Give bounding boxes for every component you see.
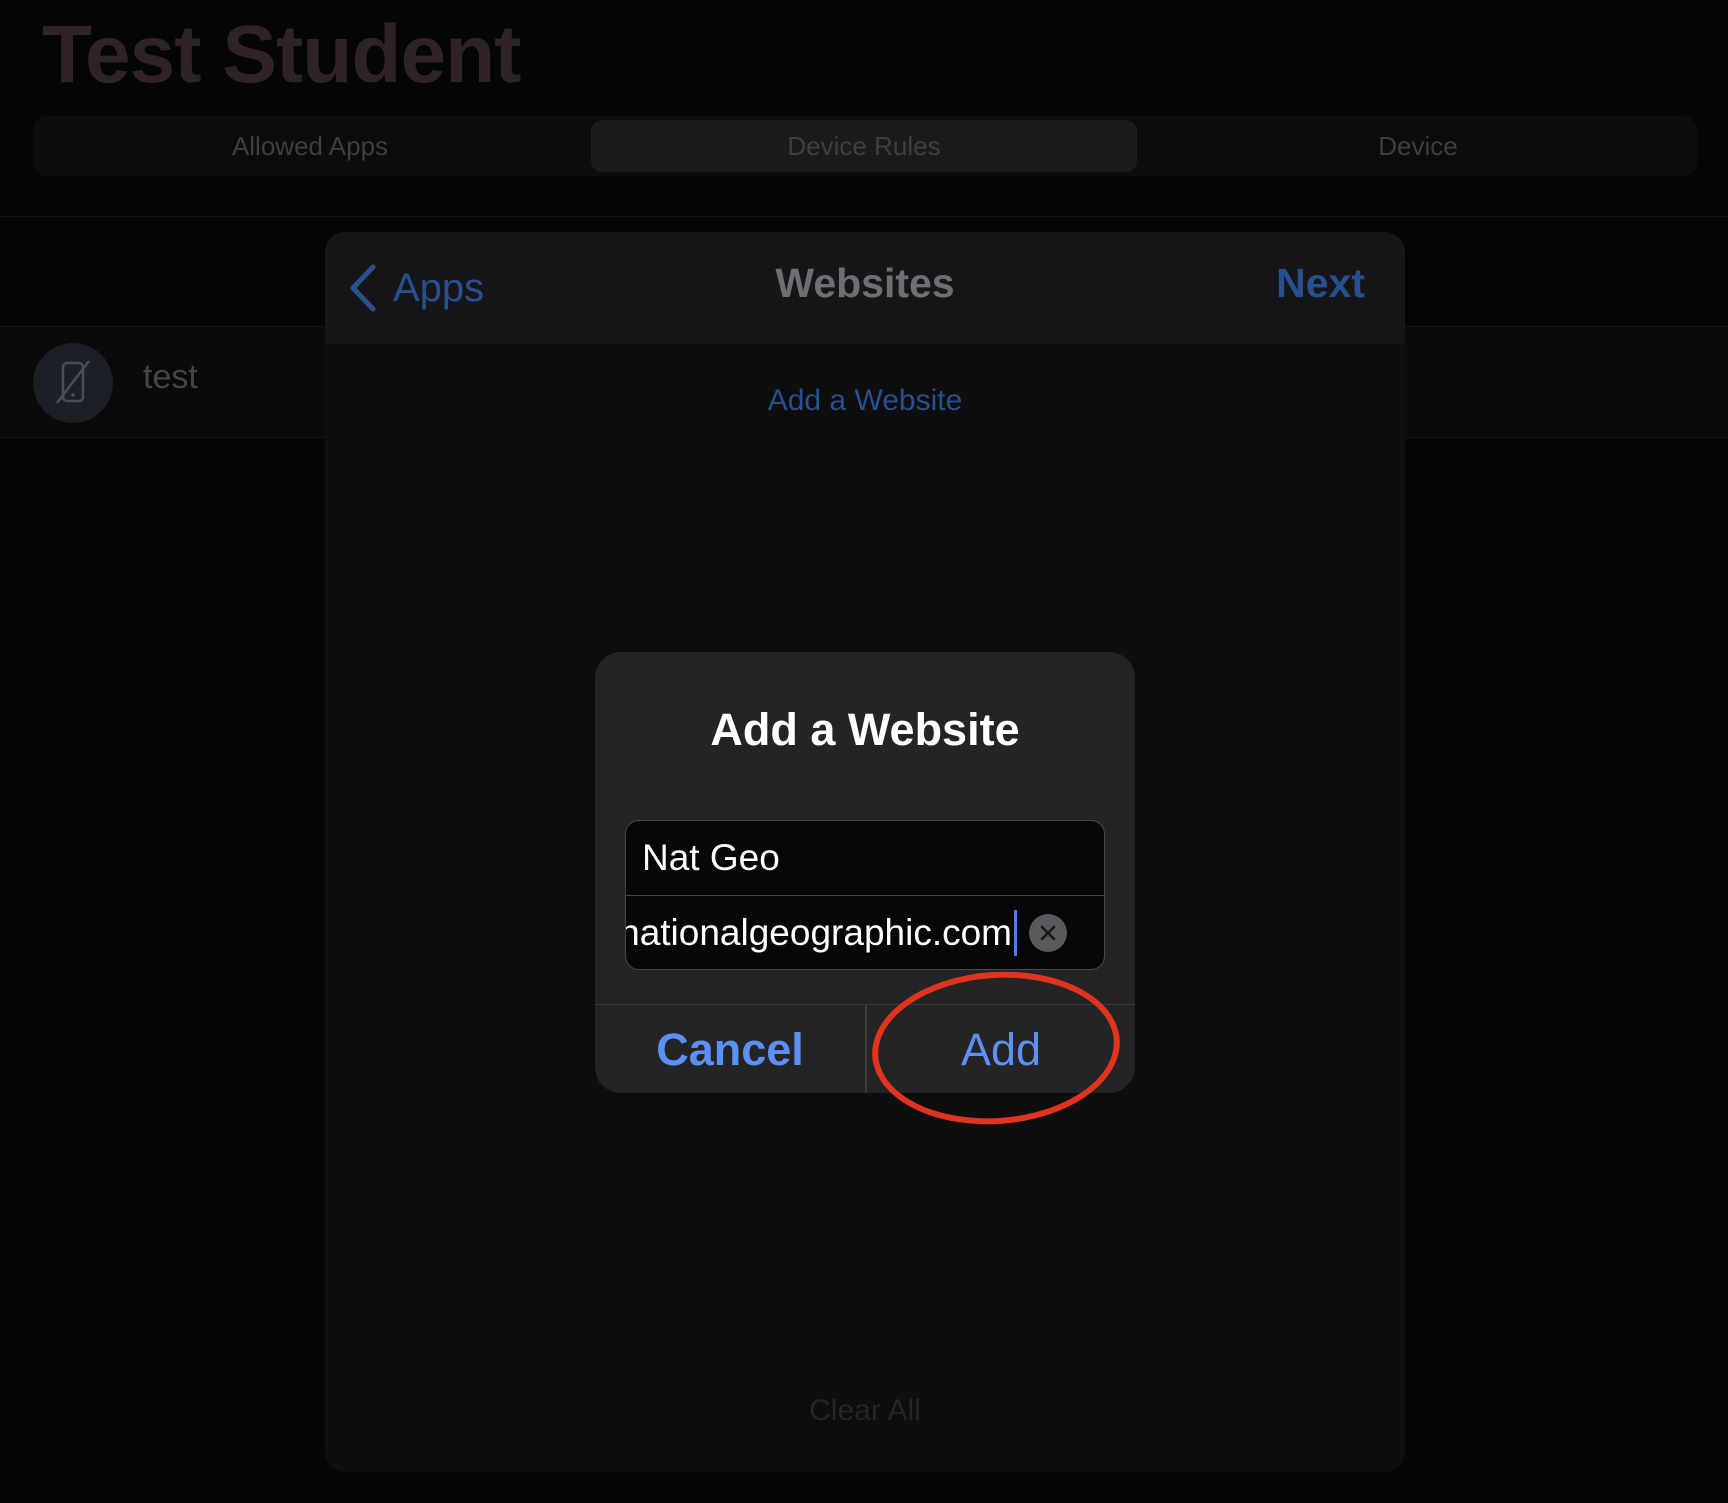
add-button[interactable]: Add (866, 1005, 1135, 1093)
website-url-value: nationalgeographic.com (626, 911, 1012, 953)
add-website-link[interactable]: Add a Website (325, 384, 1405, 418)
list-item-label: test (143, 358, 198, 396)
cancel-button[interactable]: Cancel (595, 1005, 865, 1093)
segmented-control: Allowed Apps Device Rules Device (33, 116, 1697, 176)
website-url-field[interactable]: nationalgeographic.com (626, 895, 1104, 969)
tab-device-rules[interactable]: Device Rules (591, 120, 1137, 172)
page-title: Test Student (42, 9, 521, 100)
close-icon (1040, 925, 1056, 940)
phone-slash-icon (33, 343, 113, 423)
clear-all-button[interactable]: Clear All (325, 1394, 1405, 1428)
dialog-actions: Cancel Add (595, 1004, 1135, 1093)
add-website-dialog: Add a Website Nat Geo nationalgeographic… (595, 652, 1135, 1093)
dialog-title: Add a Website (710, 704, 1020, 755)
text-cursor (1014, 909, 1017, 956)
tab-allowed-apps[interactable]: Allowed Apps (37, 120, 583, 172)
website-name-field[interactable]: Nat Geo (626, 821, 1104, 894)
input-group: Nat Geo nationalgeographic.com (625, 820, 1105, 970)
screen: Test Student Allowed Apps Device Rules D… (0, 0, 1728, 1503)
tab-device[interactable]: Device (1145, 120, 1691, 172)
website-name-value: Nat Geo (642, 836, 780, 878)
clear-text-button[interactable] (1029, 913, 1067, 952)
sheet-title: Websites (775, 260, 955, 306)
divider (0, 216, 1728, 217)
next-button[interactable]: Next (1276, 260, 1365, 307)
navigation-bar: Apps Websites Next (325, 232, 1405, 344)
